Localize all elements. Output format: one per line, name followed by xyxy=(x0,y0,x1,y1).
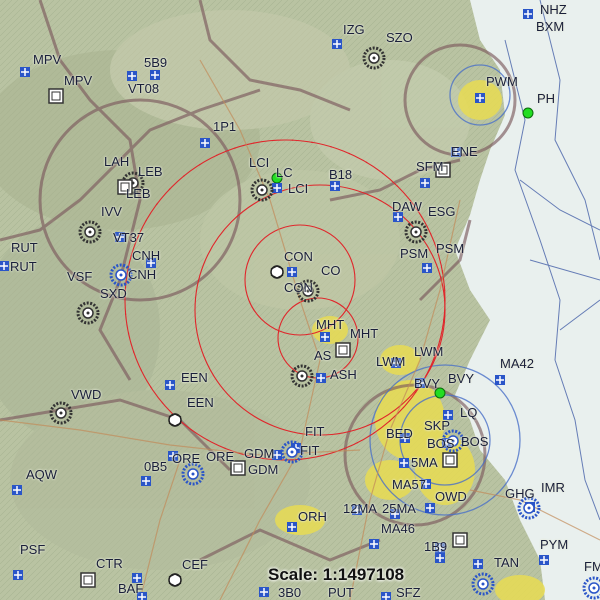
map-label: ORE xyxy=(172,451,201,466)
map-label: VT37 xyxy=(113,230,145,245)
map-label: VT08 xyxy=(128,81,160,96)
map-label: BVY xyxy=(414,376,441,391)
map-label: PSM xyxy=(400,246,429,261)
map-label: PYM xyxy=(540,537,569,552)
map-scale-label: Scale: 1:1497108 xyxy=(268,565,405,584)
map-label: TAN xyxy=(494,555,520,570)
map-label: EEN xyxy=(187,395,214,410)
map-label: LAH xyxy=(104,154,130,169)
waypoint-ph xyxy=(522,107,534,119)
map-label: DAW xyxy=(392,199,422,214)
map-label: LWM xyxy=(376,354,406,369)
map-label: CON xyxy=(284,249,313,264)
map-label: BOS xyxy=(427,436,455,451)
map-label: CON xyxy=(284,280,313,295)
map-label: MA46 xyxy=(381,521,415,536)
map-label: MHT xyxy=(316,317,345,332)
map-label: CEF xyxy=(182,557,208,572)
map-label: GDM xyxy=(244,446,275,461)
map-label: VWD xyxy=(71,387,102,402)
map-label: FM xyxy=(584,559,600,574)
map-label: SFZ xyxy=(396,585,421,600)
map-label: PSF xyxy=(20,542,46,557)
map-label: LCI xyxy=(288,181,309,196)
map-label: 1P1 xyxy=(213,119,237,134)
map-label: ORE xyxy=(206,449,235,464)
map-label: LEB xyxy=(126,186,151,201)
map-label: 12MA xyxy=(343,501,377,516)
map-label: GHG xyxy=(505,486,535,501)
map-label: EEN xyxy=(181,370,208,385)
map-label: 3B0 xyxy=(278,585,302,600)
map-label: CTR xyxy=(96,556,123,571)
map-label: PWM xyxy=(486,74,518,89)
map-label: SXD xyxy=(100,286,127,301)
map-label: ORH xyxy=(298,509,327,524)
map-label: IVV xyxy=(101,204,122,219)
map-label: LC xyxy=(276,165,293,180)
map-label: PSM xyxy=(436,241,465,256)
map-label: RUT xyxy=(10,259,37,274)
map-label: AS xyxy=(314,348,332,363)
map-label: SZO xyxy=(386,30,413,45)
map-label: LWM xyxy=(414,344,444,359)
map-label: VSF xyxy=(67,269,93,284)
map-label: NHZ xyxy=(540,2,567,17)
map-label: BED xyxy=(386,426,413,441)
map-label: GDM xyxy=(248,462,279,477)
map-label: 1B9 xyxy=(424,539,448,554)
map-label: LEB xyxy=(138,164,163,179)
map-label: LQ xyxy=(460,405,478,420)
map-label: CO xyxy=(321,263,341,278)
map-label: OWD xyxy=(435,489,467,504)
map-label: 0B5 xyxy=(144,459,168,474)
map-label: MA42 xyxy=(500,356,534,371)
map-label: BAF xyxy=(118,581,144,596)
map-label: PH xyxy=(537,91,556,106)
map-label: BVY xyxy=(448,371,475,386)
map-label: IZG xyxy=(343,22,365,37)
map-label: MA57 xyxy=(392,477,426,492)
map-label: MHT xyxy=(350,326,379,341)
map-label: AQW xyxy=(26,467,58,482)
sectional-map[interactable]: MPV MPV 5B9 VT08 1P1 IZG SZO NHZ BXM PWM… xyxy=(0,0,600,600)
map-label: LCI xyxy=(249,155,270,170)
map-label: 25MA xyxy=(382,501,416,516)
map-label: IMR xyxy=(541,480,565,495)
map-label: CNH xyxy=(128,267,157,282)
map-label: MPV xyxy=(33,52,62,67)
map-label: ENE xyxy=(451,144,478,159)
map-label: ESG xyxy=(428,204,456,219)
map-label: FIT xyxy=(305,424,325,439)
map-label: BOS xyxy=(461,434,489,449)
map-label: RUT xyxy=(11,240,38,255)
map-label: BXM xyxy=(536,19,565,34)
map-label: PUT xyxy=(328,585,354,600)
map-label: MPV xyxy=(64,73,93,88)
map-label: SKP xyxy=(424,418,451,433)
map-label: 5B9 xyxy=(144,55,168,70)
map-label: B18 xyxy=(329,167,353,182)
map-label: SFM xyxy=(416,159,444,174)
map-label: CNH xyxy=(132,248,161,263)
map-label: FIT xyxy=(300,443,320,458)
map-label: 5MA xyxy=(411,455,438,470)
map-label: ASH xyxy=(330,367,357,382)
